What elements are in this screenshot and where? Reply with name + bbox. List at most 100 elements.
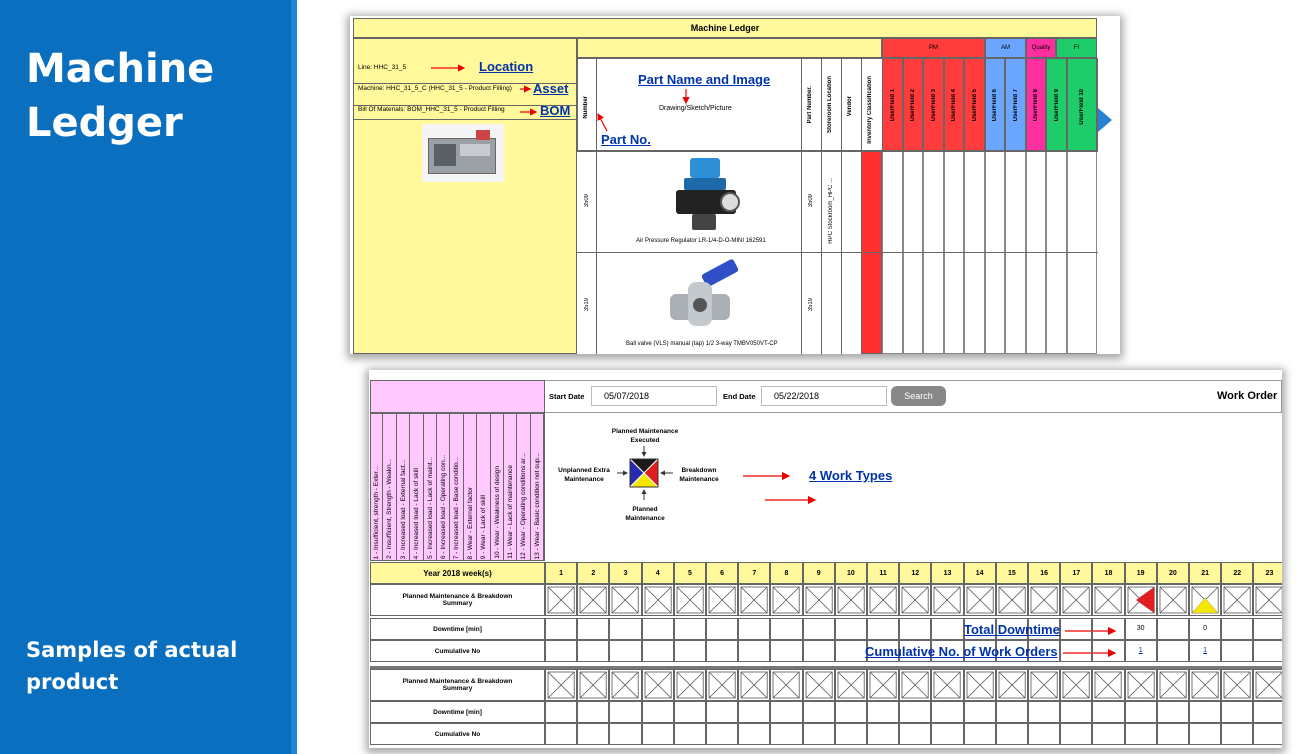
downtime-cell <box>963 701 996 723</box>
summary-cell <box>706 584 739 616</box>
summary-cell <box>1221 669 1254 701</box>
cumulative-cell[interactable]: 1 <box>1189 640 1222 662</box>
slide-sidebar: Machine Ledger Samples of actual product <box>0 0 297 754</box>
empty-cell-x-icon <box>1030 671 1058 699</box>
empty-cell-x-icon <box>1159 671 1187 699</box>
downtime-cell <box>641 618 674 640</box>
cumulative-cell <box>995 723 1028 745</box>
cumulative-cell <box>577 640 610 662</box>
empty-cell-x-icon <box>837 671 865 699</box>
next-chevron-icon[interactable] <box>1098 108 1112 132</box>
downtime-cell <box>867 701 900 723</box>
cumulative-cell <box>641 723 674 745</box>
downtime-cell <box>867 618 900 640</box>
empty-cell-x-icon <box>1159 586 1187 614</box>
downtime-cell <box>545 618 578 640</box>
summary-cell <box>867 584 900 616</box>
summary-cell <box>1221 584 1254 616</box>
downtime-cell <box>545 701 578 723</box>
empty-cell-x-icon <box>676 671 704 699</box>
empty-cell-x-icon <box>644 586 672 614</box>
week-header-cell: 18 <box>1092 562 1125 584</box>
week-header-cell: 7 <box>738 562 771 584</box>
cumulative-work-orders-link[interactable]: Cumulative No. of Work Orders <box>865 644 1058 659</box>
cumulative-cell <box>1221 640 1254 662</box>
downtime-cell <box>995 701 1028 723</box>
empty-cell-x-icon <box>1255 586 1282 614</box>
cumulative-cell <box>545 640 578 662</box>
empty-cell-x-icon <box>998 671 1026 699</box>
cumulative-cell <box>1253 640 1282 662</box>
cumulative-cell <box>1060 723 1093 745</box>
summary-row-label: Planned Maintenance & Breakdown Summary <box>370 669 545 701</box>
cumulative-cell <box>738 640 771 662</box>
cumulative-cell[interactable]: 1 <box>1124 640 1157 662</box>
cumulative-cell <box>802 640 835 662</box>
ledger-callout-arrows <box>431 64 690 132</box>
summary-cell <box>770 584 803 616</box>
week-header-cell: 6 <box>706 562 739 584</box>
work-types-link[interactable]: 4 Work Types <box>809 468 892 483</box>
cumulative-cell <box>1156 640 1189 662</box>
summary-cell <box>802 669 835 701</box>
summary-cell <box>1060 584 1093 616</box>
summary-cell <box>545 669 578 701</box>
cumulative-cell <box>1092 723 1125 745</box>
total-downtime-link[interactable]: Total Downtime <box>964 622 1060 637</box>
downtime-cell <box>770 618 803 640</box>
empty-cell-x-icon <box>1062 671 1090 699</box>
cumulative-cell <box>834 640 867 662</box>
cumulative-cell <box>706 723 739 745</box>
downtime-cell <box>931 618 964 640</box>
week-header-cell: 19 <box>1124 562 1157 584</box>
empty-cell-x-icon <box>740 586 768 614</box>
week-header-cell: 21 <box>1189 562 1222 584</box>
week-header-cell: 23 <box>1253 562 1282 584</box>
downtime-cell <box>738 701 771 723</box>
cumulative-cell <box>770 723 803 745</box>
downtime-cell: 30 <box>1124 618 1157 640</box>
empty-cell-x-icon <box>966 586 994 614</box>
summary-cell <box>1092 669 1125 701</box>
cumulative-cell <box>834 723 867 745</box>
empty-cell-x-icon <box>579 671 607 699</box>
summary-cell <box>673 584 706 616</box>
cumulative-cell <box>673 723 706 745</box>
downtime-cell <box>1060 701 1093 723</box>
summary-row-label: Planned Maintenance & Breakdown Summary <box>370 584 545 616</box>
cumulative-cell <box>931 723 964 745</box>
empty-cell-x-icon <box>1062 586 1090 614</box>
work-order-screenshot: 1 - Insufficient, strength - Exter... 2 -… <box>369 370 1282 748</box>
downtime-cell <box>899 701 932 723</box>
empty-cell-x-icon <box>901 671 929 699</box>
downtime-cell <box>931 701 964 723</box>
downtime-cell <box>834 618 867 640</box>
downtime-cell <box>802 618 835 640</box>
planned-marker-icon <box>1191 586 1219 614</box>
downtime-cell <box>1221 618 1254 640</box>
week-header-cell: 9 <box>802 562 835 584</box>
week-header-cell: 15 <box>995 562 1028 584</box>
summary-cell <box>770 669 803 701</box>
summary-cell <box>609 584 642 616</box>
cumulative-cell <box>899 723 932 745</box>
week-header-cell: 10 <box>834 562 867 584</box>
downtime-cell <box>1253 618 1282 640</box>
summary-cell <box>834 584 867 616</box>
downtime-cell <box>1092 701 1125 723</box>
cumulative-cell <box>1189 723 1222 745</box>
downtime-cell: 0 <box>1189 618 1222 640</box>
empty-cell-x-icon <box>547 671 575 699</box>
summary-cell <box>867 669 900 701</box>
downtime-cell <box>770 701 803 723</box>
week-header-cell: 4 <box>641 562 674 584</box>
summary-cell <box>802 584 835 616</box>
empty-cell-x-icon <box>676 586 704 614</box>
week-header-cell: 14 <box>963 562 996 584</box>
empty-cell-x-icon <box>998 586 1026 614</box>
empty-cell-x-icon <box>708 671 736 699</box>
empty-cell-x-icon <box>1255 671 1282 699</box>
downtime-cell <box>1124 701 1157 723</box>
summary-cell <box>931 669 964 701</box>
cumulative-cell <box>1124 723 1157 745</box>
